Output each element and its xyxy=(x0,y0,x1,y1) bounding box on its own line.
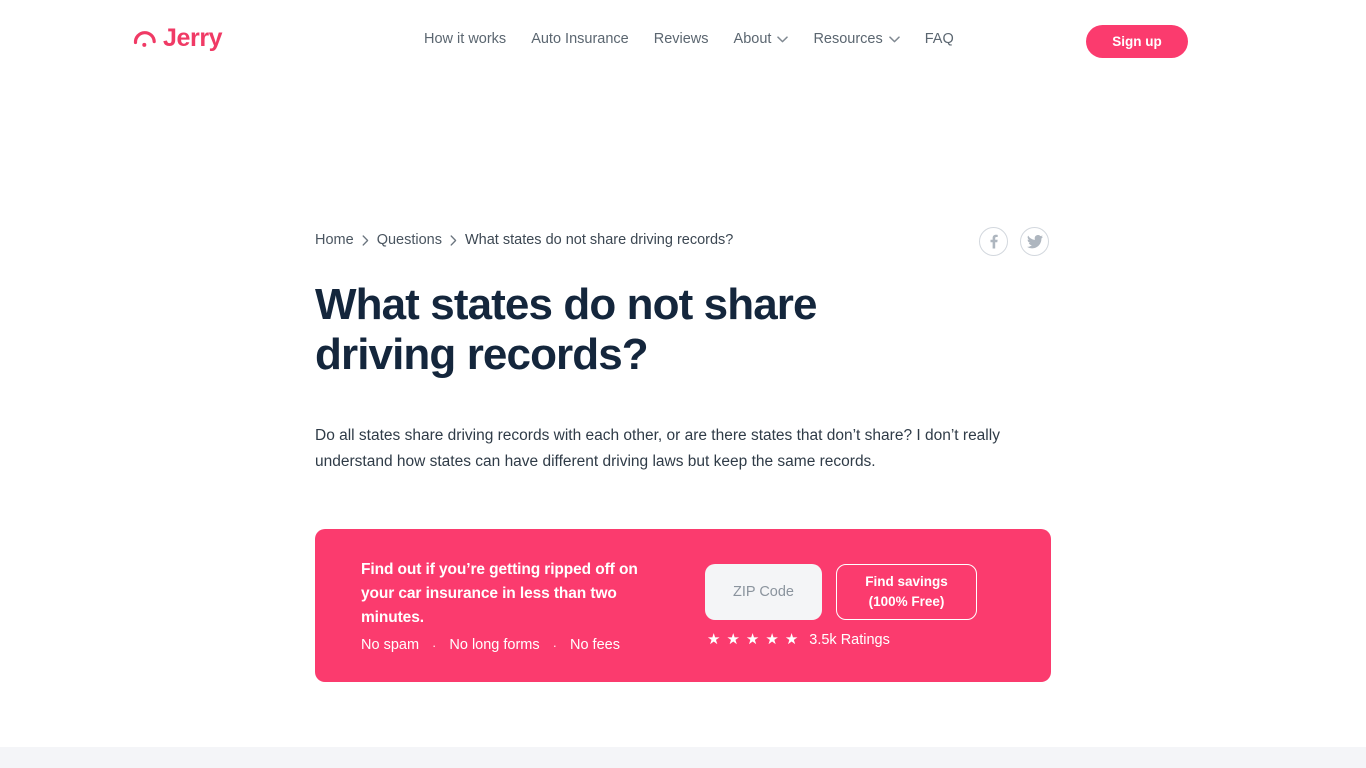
chevron-right-icon xyxy=(362,234,369,246)
cta-perk-no-fees: No fees xyxy=(569,637,620,654)
jerry-arc-dot-logo-icon xyxy=(133,29,157,49)
nav-label: How it works xyxy=(424,31,507,47)
sign-up-button[interactable]: Sign up xyxy=(1086,25,1188,58)
star-icon: ★ xyxy=(784,631,799,648)
twitter-icon xyxy=(1026,234,1043,249)
star-rating: ★ ★ ★ ★ ★ xyxy=(707,632,798,647)
quote-cta-banner: Find out if you’re getting ripped off on… xyxy=(315,529,1051,682)
chevron-down-icon xyxy=(777,35,789,43)
question-body: Do all states share driving records with… xyxy=(315,427,1000,471)
nav-label: FAQ xyxy=(924,31,954,47)
logo-wordmark: Jerry xyxy=(163,24,223,52)
nav-label: Reviews xyxy=(653,31,709,47)
nav-label: Resources xyxy=(813,31,883,47)
jerry-logo[interactable]: Jerry xyxy=(133,24,223,52)
breadcrumb: Home Questions What states do not share … xyxy=(315,232,733,248)
perk-separator-icon: · xyxy=(552,637,557,653)
cta-copy: Find out if you’re getting ripped off on… xyxy=(315,558,705,653)
ratings-row: ★ ★ ★ ★ ★ 3.5k Ratings xyxy=(705,632,890,648)
find-savings-line2: (100% Free) xyxy=(868,593,945,609)
page-title: What states do not share driving records… xyxy=(315,280,817,380)
chevron-right-icon xyxy=(450,234,457,246)
star-icon: ★ xyxy=(707,631,721,648)
cta-headline: Find out if you’re getting ripped off on… xyxy=(361,560,638,626)
find-savings-line1: Find savings xyxy=(865,573,948,589)
breadcrumb-item-current: What states do not share driving records… xyxy=(464,232,734,248)
share-twitter-button[interactable] xyxy=(1020,227,1049,256)
nav-item-about[interactable]: About xyxy=(734,31,789,47)
site-header: Jerry How it works Auto Insurance Review… xyxy=(0,0,1366,82)
cta-perk-no-spam: No spam xyxy=(361,637,420,654)
nav-item-faq[interactable]: FAQ xyxy=(925,31,954,47)
cta-form-area: Find savings (100% Free) ★ ★ ★ ★ ★ 3.5k … xyxy=(705,563,977,648)
breadcrumb-item-questions[interactable]: Questions xyxy=(377,232,442,248)
cta-perks: No spam · No long forms · No fees xyxy=(361,637,705,653)
nav-item-reviews[interactable]: Reviews xyxy=(654,31,709,47)
nav-label: About xyxy=(733,31,772,47)
share-buttons xyxy=(979,227,1049,256)
nav-item-auto-insurance[interactable]: Auto Insurance xyxy=(531,31,629,47)
primary-nav: How it works Auto Insurance Reviews Abou… xyxy=(424,31,954,47)
chevron-down-icon xyxy=(889,35,900,43)
breadcrumb-item-home[interactable]: Home xyxy=(315,232,354,248)
star-icon: ★ xyxy=(726,631,740,648)
nav-item-resources[interactable]: Resources xyxy=(813,31,900,47)
facebook-icon xyxy=(986,234,1001,249)
star-icon: ★ xyxy=(745,631,760,648)
star-icon: ★ xyxy=(765,631,779,648)
zip-quote-form: Find savings (100% Free) xyxy=(705,563,977,620)
perk-separator-icon: · xyxy=(432,637,437,653)
nav-label: Auto Insurance xyxy=(531,31,629,47)
zip-code-input[interactable] xyxy=(705,563,822,620)
find-savings-button[interactable]: Find savings (100% Free) xyxy=(836,563,977,620)
ratings-count-label: 3.5k Ratings xyxy=(809,631,890,648)
answer-section xyxy=(0,747,1366,768)
share-facebook-button[interactable] xyxy=(979,227,1008,256)
nav-item-how-it-works[interactable]: How it works xyxy=(424,31,506,47)
cta-perk-no-long-forms: No long forms xyxy=(449,637,540,654)
